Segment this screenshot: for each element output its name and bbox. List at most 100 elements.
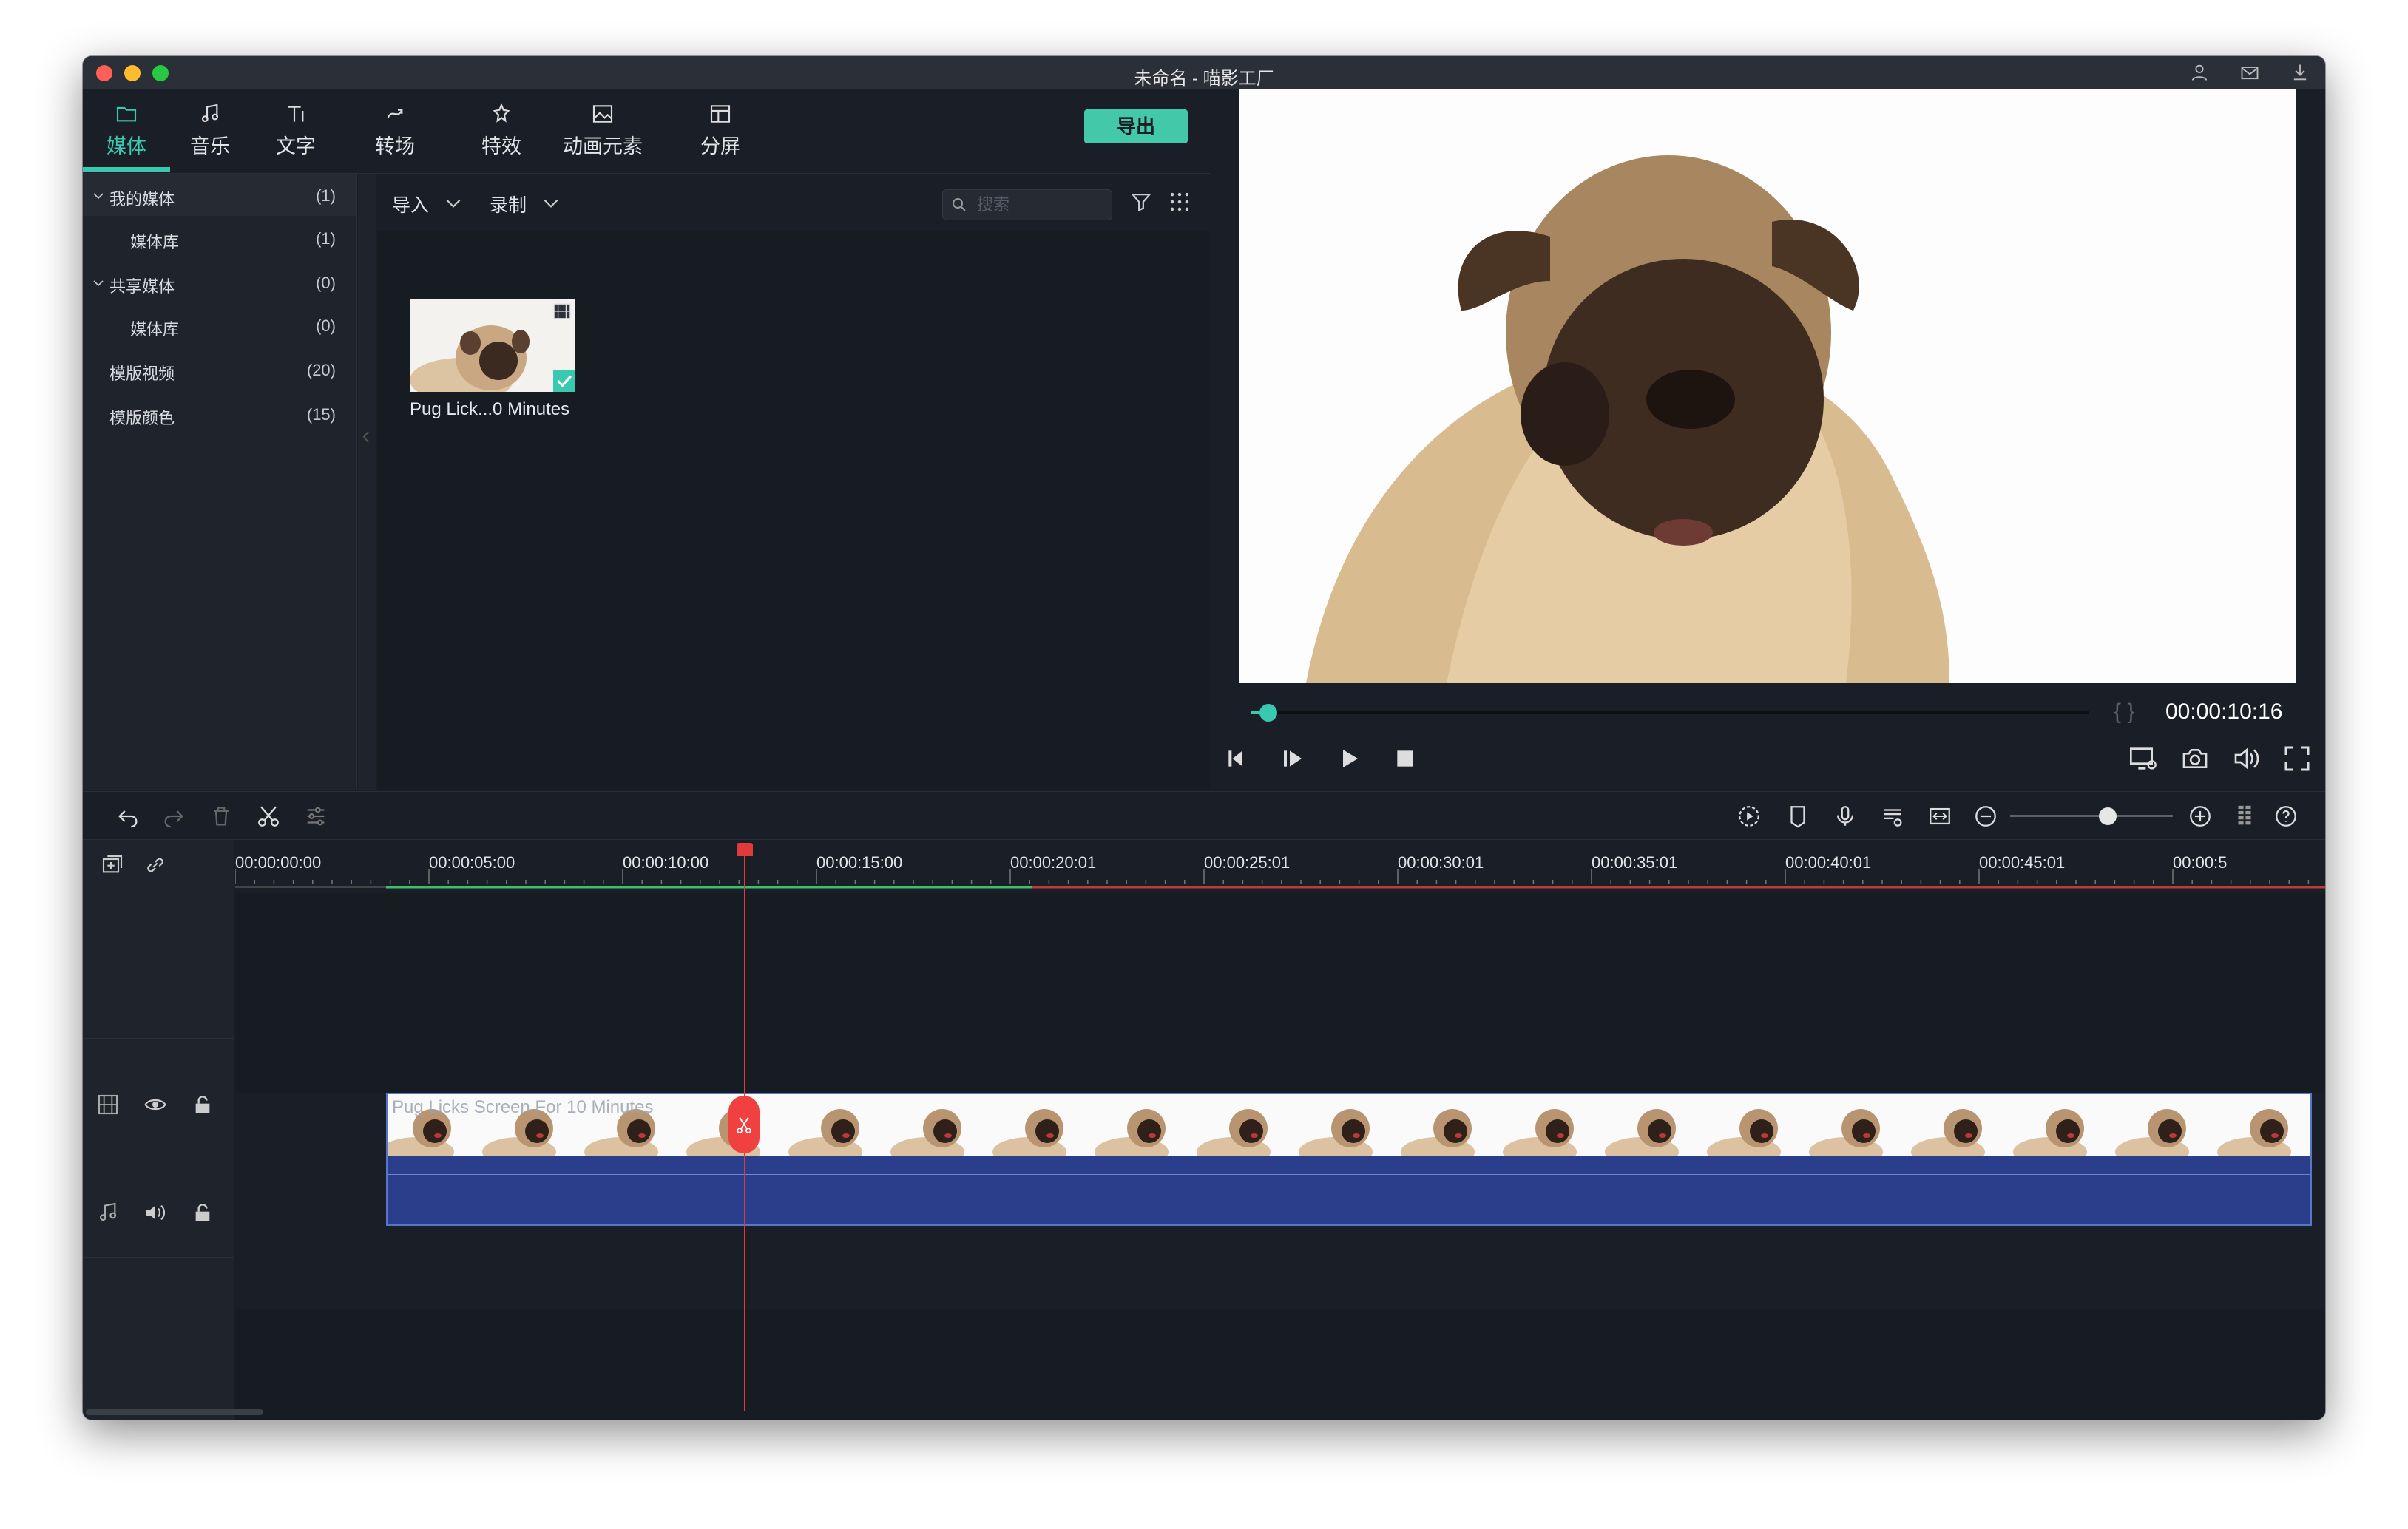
render-preview-icon[interactable] xyxy=(2128,744,2158,773)
window-title: 未命名 - 喵影工厂 xyxy=(1134,69,1274,89)
track-header-audio xyxy=(83,1171,234,1258)
add-track-icon[interactable] xyxy=(101,853,124,877)
marker-icon[interactable] xyxy=(1785,804,1810,829)
tab-split-screen[interactable]: 分屏 xyxy=(698,102,743,166)
fit-timeline-icon[interactable] xyxy=(1927,804,1952,829)
record-button[interactable]: 录制 xyxy=(490,191,527,217)
sidebar-item-template-videos[interactable]: 模版视频 (20) xyxy=(83,349,356,390)
microphone-icon[interactable] xyxy=(1833,804,1858,829)
sidebar-item-template-colors[interactable]: 模版颜色 (15) xyxy=(83,393,356,435)
music-note-icon xyxy=(201,104,219,123)
timeline-ruler[interactable]: 00:00:00:00 00:00:05:00 00:00:10:00 00:0… xyxy=(235,840,2325,892)
tab-effects[interactable]: 特效 xyxy=(479,102,524,166)
undo-icon[interactable] xyxy=(115,804,141,829)
render-icon[interactable] xyxy=(1736,804,1762,829)
module-tabs: 媒体 音乐 文字 转场 特效 动画元素 分屏 xyxy=(83,89,1210,174)
track-header-video xyxy=(83,1040,234,1170)
app-window: 未命名 - 喵影工厂 媒体 音乐 文字 转场 特效 动画元素 分屏 导出 我的媒… xyxy=(83,56,2325,1420)
redo-icon[interactable] xyxy=(161,804,186,829)
chevron-down-icon[interactable] xyxy=(540,194,562,213)
eye-icon[interactable] xyxy=(143,1093,167,1116)
zoom-in-icon[interactable] xyxy=(2188,804,2213,829)
chevron-down-icon[interactable] xyxy=(442,194,464,213)
timeline-zoom-slider[interactable] xyxy=(2010,807,2173,825)
preview-screen xyxy=(1239,89,2296,683)
timeline-tracks[interactable]: Pug Licks Screen For 10 Minutes xyxy=(235,893,2325,1420)
cut-icon[interactable] xyxy=(256,804,281,829)
download-icon[interactable] xyxy=(2290,62,2310,83)
import-button[interactable]: 导入 xyxy=(392,191,429,217)
sidebar-item-media-library[interactable]: 媒体库 (1) xyxy=(83,217,356,259)
media-thumbnail[interactable] xyxy=(410,299,575,392)
fullscreen-icon[interactable] xyxy=(2282,744,2312,773)
grid-view-icon[interactable] xyxy=(1167,189,1192,214)
in-out-markers[interactable]: { } xyxy=(2114,699,2134,725)
sidebar-item-label: 共享媒体 xyxy=(109,277,175,296)
media-item-label: Pug Lick...0 Minutes xyxy=(410,399,570,419)
pug-preview-image xyxy=(1239,89,2296,683)
adjust-icon[interactable] xyxy=(303,804,328,829)
filmstrip-image xyxy=(388,1094,2310,1156)
tab-media-label: 媒体 xyxy=(106,135,146,157)
sidebar-item-count: (1) xyxy=(316,229,336,248)
search-input[interactable] xyxy=(975,194,1104,216)
audio-waveform-line xyxy=(388,1174,2310,1175)
audio-mixer-icon[interactable] xyxy=(1880,804,1905,829)
account-icon[interactable] xyxy=(2189,62,2210,83)
check-badge-icon xyxy=(553,370,575,392)
export-button[interactable]: 导出 xyxy=(1084,109,1188,143)
pug-thumbnail-image xyxy=(410,299,575,392)
sidebar-item-count: (0) xyxy=(316,274,336,292)
tab-elements-label: 动画元素 xyxy=(563,135,643,157)
sidebar-item-shared-media[interactable]: 共享媒体 (0) xyxy=(83,262,356,303)
previous-frame-icon[interactable] xyxy=(1225,747,1248,770)
empty-track xyxy=(235,893,2325,1040)
search-icon xyxy=(953,198,966,211)
scrub-handle[interactable] xyxy=(1259,704,1277,722)
link-icon[interactable] xyxy=(143,853,167,877)
track-headers xyxy=(83,840,234,1420)
preview-scrub-bar[interactable] xyxy=(1251,704,2089,722)
chevron-down-icon xyxy=(93,280,104,287)
tab-text[interactable]: 文字 xyxy=(274,102,318,166)
volume-icon[interactable] xyxy=(2232,744,2262,773)
search-box xyxy=(942,189,1112,220)
level-meter-icon[interactable] xyxy=(2232,804,2257,829)
sidebar-item-count: (20) xyxy=(306,361,336,379)
title-bar: 未命名 - 喵影工厂 xyxy=(83,56,2325,89)
zoom-out-icon[interactable] xyxy=(1973,804,1998,829)
play-icon[interactable] xyxy=(1337,747,1361,770)
tab-music-label: 音乐 xyxy=(190,135,230,157)
tab-music[interactable]: 音乐 xyxy=(188,102,232,166)
tab-transition[interactable]: 转场 xyxy=(373,102,417,166)
stop-icon[interactable] xyxy=(1393,747,1417,770)
film-badge-icon xyxy=(553,303,571,319)
tab-elements[interactable]: 动画元素 xyxy=(561,102,645,166)
active-tab-indicator xyxy=(83,167,170,172)
speaker-icon[interactable] xyxy=(143,1201,167,1224)
tab-media[interactable]: 媒体 xyxy=(101,102,152,166)
sidebar-collapse-handle[interactable] xyxy=(358,174,376,790)
split-at-playhead-button[interactable] xyxy=(728,1096,760,1153)
media-toolbar: 导入 录制 xyxy=(377,174,1210,231)
chevron-down-icon xyxy=(93,193,104,200)
snapshot-icon[interactable] xyxy=(2180,744,2210,773)
filter-icon[interactable] xyxy=(1129,189,1154,214)
folder-icon xyxy=(116,106,137,122)
preview-panel: { } 00:00:10:16 xyxy=(1211,89,2325,790)
mail-icon[interactable] xyxy=(2239,62,2260,83)
chevron-left-icon xyxy=(362,431,369,443)
playhead-head[interactable] xyxy=(737,843,753,856)
sidebar-item-my-media[interactable]: 我的媒体 (1) xyxy=(83,174,356,216)
sidebar-item-shared-library[interactable]: 媒体库 (0) xyxy=(83,305,356,346)
transition-icon xyxy=(387,109,403,118)
timeline-horizontal-scrollbar[interactable] xyxy=(86,1409,263,1415)
zoom-slider-handle[interactable] xyxy=(2099,807,2117,825)
split-screen-icon xyxy=(710,105,731,123)
delete-icon[interactable] xyxy=(209,804,234,829)
lock-icon[interactable] xyxy=(191,1093,214,1116)
play-frame-icon[interactable] xyxy=(1281,747,1305,770)
video-clip[interactable]: Pug Licks Screen For 10 Minutes xyxy=(386,1093,2312,1226)
lock-icon[interactable] xyxy=(191,1201,214,1224)
help-icon[interactable] xyxy=(2273,804,2299,829)
